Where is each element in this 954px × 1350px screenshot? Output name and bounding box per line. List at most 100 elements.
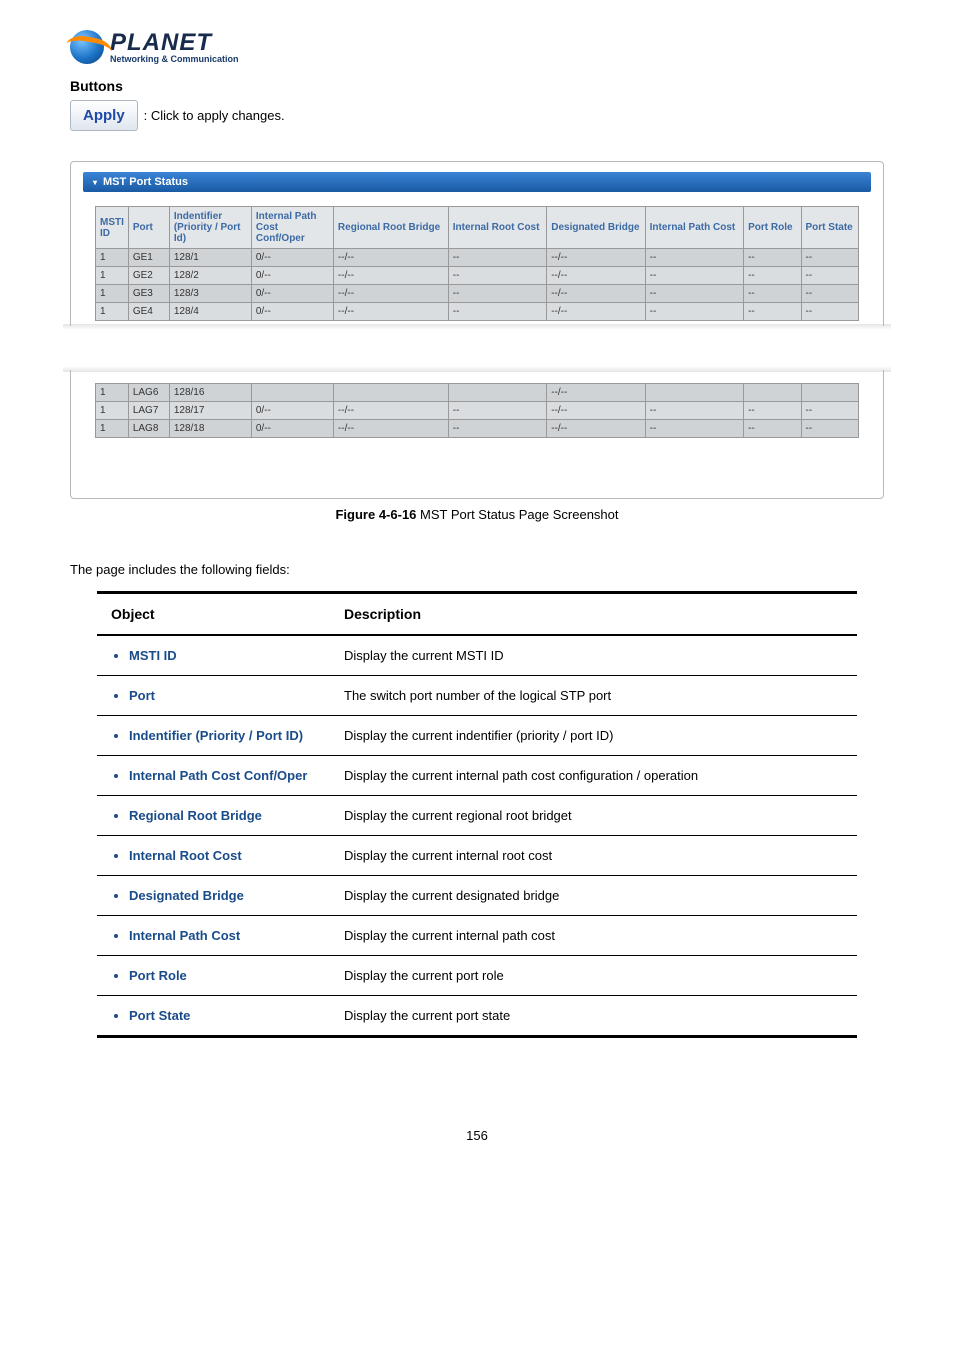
field-object: Port State — [97, 996, 330, 1037]
table-row: Designated BridgeDisplay the current des… — [97, 876, 857, 916]
buttons-heading: Buttons — [70, 78, 884, 94]
apply-button[interactable]: Apply — [70, 100, 138, 131]
figure-caption-text: MST Port Status Page Screenshot — [416, 507, 618, 522]
cell-ipc2: -- — [645, 285, 743, 303]
table-row: 1LAG6128/16 --/-- — [96, 384, 859, 402]
field-object: Indentifier (Priority / Port ID) — [97, 716, 330, 756]
field-object: Internal Root Cost — [97, 836, 330, 876]
cell-msti: 1 — [96, 267, 129, 285]
table-row: 1GE4128/40/----/------/-------- — [96, 303, 859, 321]
cell-ident: 128/3 — [169, 285, 251, 303]
cell-pr — [744, 384, 801, 402]
cell-irc: -- — [448, 420, 546, 438]
figure-caption: Figure 4-6-16 MST Port Status Page Scree… — [70, 507, 884, 522]
cell-db: --/-- — [547, 303, 645, 321]
field-description: Display the current MSTI ID — [330, 635, 857, 676]
field-object-label: Internal Path Cost — [129, 928, 316, 943]
table-row: Indentifier (Priority / Port ID) Display … — [97, 716, 857, 756]
cell-ipc2 — [645, 384, 743, 402]
cell-ident: 128/18 — [169, 420, 251, 438]
apply-description: : Click to apply changes. — [144, 108, 285, 123]
cell-irc: -- — [448, 303, 546, 321]
field-object: Internal Path Cost — [97, 916, 330, 956]
brand-logo: PLANET Networking & Communication — [70, 30, 884, 64]
cell-rrb: --/-- — [333, 420, 448, 438]
cell-ps: -- — [801, 420, 858, 438]
mst-port-status-table-upper: MSTI ID Port Indentifier (Priority / Por… — [95, 206, 859, 321]
field-object: Internal Path Cost Conf/Oper — [97, 756, 330, 796]
field-object-label: Port Role — [129, 968, 316, 983]
cell-rrb: --/-- — [333, 303, 448, 321]
cell-ident: 128/17 — [169, 402, 251, 420]
cell-irc: -- — [448, 267, 546, 285]
cell-ipc2: -- — [645, 267, 743, 285]
mst-port-status-figure: ▾ MST Port Status MSTI ID Port Indentifi… — [70, 161, 884, 499]
cell-msti: 1 — [96, 384, 129, 402]
field-description: Display the current internal root cost — [330, 836, 857, 876]
cell-pr: -- — [744, 267, 801, 285]
fields-intro: The page includes the following fields: — [70, 562, 884, 577]
cell-port: GE4 — [128, 303, 169, 321]
field-description: Display the current indentifier (priorit… — [330, 716, 857, 756]
cell-ident: 128/4 — [169, 303, 251, 321]
field-object-label: Port — [129, 688, 316, 703]
col-port-state: Port State — [801, 207, 858, 249]
panel-titlebar: ▾ MST Port Status — [83, 172, 871, 192]
field-object-label: Indentifier (Priority / Port ID) — [129, 728, 316, 743]
cell-ipc2: -- — [645, 249, 743, 267]
field-object: MSTI ID — [97, 635, 330, 676]
cell-ipc: 0/-- — [251, 285, 333, 303]
cell-port: GE2 — [128, 267, 169, 285]
fields-head-object: Object — [97, 593, 330, 636]
table-row: 1LAG8128/180/----/------/-------- — [96, 420, 859, 438]
cell-ps: -- — [801, 303, 858, 321]
cell-port: GE3 — [128, 285, 169, 303]
cell-msti: 1 — [96, 285, 129, 303]
cell-ident: 128/1 — [169, 249, 251, 267]
field-object: Regional Root Bridge — [97, 796, 330, 836]
panel-title: MST Port Status — [103, 176, 188, 188]
cell-rrb: --/-- — [333, 249, 448, 267]
cell-port: LAG8 — [128, 420, 169, 438]
col-identifier: Indentifier (Priority / Port Id) — [169, 207, 251, 249]
cell-pr: -- — [744, 249, 801, 267]
cell-ident: 128/2 — [169, 267, 251, 285]
brand-tagline: Networking & Communication — [110, 55, 239, 64]
table-row: Port Role Display the current port role — [97, 956, 857, 996]
cell-pr: -- — [744, 285, 801, 303]
cell-db: --/-- — [547, 285, 645, 303]
fields-description-table: Object Description MSTI IDDisplay the cu… — [97, 591, 857, 1038]
table-row: 1GE2128/20/----/------/-------- — [96, 267, 859, 285]
cell-ipc — [251, 384, 333, 402]
globe-icon — [70, 30, 104, 64]
table-row: Port The switch port number of the logica… — [97, 676, 857, 716]
field-description: Display the current port role — [330, 956, 857, 996]
table-row: 1GE3128/30/----/------/-------- — [96, 285, 859, 303]
table-row: Internal Path CostDisplay the current in… — [97, 916, 857, 956]
col-internal-path-cost-conf-oper: Internal Path Cost Conf/Oper — [251, 207, 333, 249]
field-object: Designated Bridge — [97, 876, 330, 916]
cell-rrb: --/-- — [333, 267, 448, 285]
cell-db: --/-- — [547, 402, 645, 420]
col-internal-path-cost: Internal Path Cost — [645, 207, 743, 249]
caret-down-icon: ▾ — [93, 178, 97, 187]
cell-ipc2: -- — [645, 402, 743, 420]
cell-ipc: 0/-- — [251, 249, 333, 267]
cell-pr: -- — [744, 402, 801, 420]
cell-ident: 128/16 — [169, 384, 251, 402]
col-internal-root-cost: Internal Root Cost — [448, 207, 546, 249]
table-row: MSTI IDDisplay the current MSTI ID — [97, 635, 857, 676]
cell-irc: -- — [448, 249, 546, 267]
field-object-label: Regional Root Bridge — [129, 808, 316, 823]
cell-db: --/-- — [547, 267, 645, 285]
cell-ipc: 0/-- — [251, 267, 333, 285]
cell-ipc: 0/-- — [251, 402, 333, 420]
cell-pr: -- — [744, 420, 801, 438]
cell-rrb — [333, 384, 448, 402]
field-object-label: Port State — [129, 1008, 316, 1023]
cell-db: --/-- — [547, 384, 645, 402]
cell-ps: -- — [801, 267, 858, 285]
cell-rrb: --/-- — [333, 402, 448, 420]
field-description: The switch port number of the logical ST… — [330, 676, 857, 716]
cell-port: LAG6 — [128, 384, 169, 402]
